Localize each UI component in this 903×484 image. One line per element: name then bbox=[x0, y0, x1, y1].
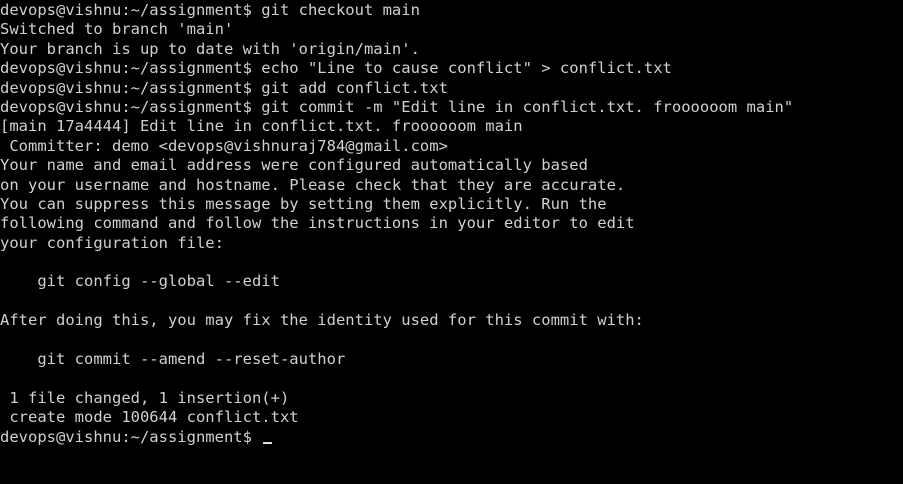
terminal-line: your configuration file: bbox=[0, 233, 224, 252]
terminal-line: devops@vishnu:~/assignment$ git checkout… bbox=[0, 1, 420, 19]
terminal-line: 1 file changed, 1 insertion(+) bbox=[0, 388, 290, 407]
terminal-window[interactable]: devops@vishnu:~/assignment$ git checkout… bbox=[0, 0, 903, 484]
terminal-line: After doing this, you may fix the identi… bbox=[0, 311, 644, 330]
terminal-line: devops@vishnu:~/assignment$ echo "Line t… bbox=[0, 59, 672, 78]
terminal-line: git config --global --edit bbox=[0, 272, 280, 291]
text-cursor bbox=[263, 441, 273, 444]
terminal-line: Your branch is up to date with 'origin/m… bbox=[0, 39, 420, 58]
terminal-line: devops@vishnu:~/assignment$ git add conf… bbox=[0, 78, 448, 97]
terminal-line: Your name and email address were configu… bbox=[0, 156, 588, 175]
terminal-line: following command and follow the instruc… bbox=[0, 214, 635, 233]
shell-prompt: devops@vishnu:~/assignment$ bbox=[0, 427, 252, 446]
terminal-line: devops@vishnu:~/assignment$ git commit -… bbox=[0, 97, 794, 116]
terminal-line: create mode 100644 conflict.txt bbox=[0, 408, 299, 427]
prompt-line[interactable]: devops@vishnu:~/assignment$ bbox=[0, 428, 903, 447]
terminal-line: Switched to branch 'main' bbox=[0, 20, 234, 39]
terminal-line: git commit --amend --reset-author bbox=[0, 350, 346, 369]
terminal-line: on your username and hostname. Please ch… bbox=[0, 175, 626, 194]
terminal-line: You can suppress this message by setting… bbox=[0, 194, 607, 213]
terminal-line: [main 17a4444] Edit line in conflict.txt… bbox=[0, 117, 523, 136]
terminal-line: Committer: demo <devops@vishnuraj784@gma… bbox=[0, 136, 448, 155]
